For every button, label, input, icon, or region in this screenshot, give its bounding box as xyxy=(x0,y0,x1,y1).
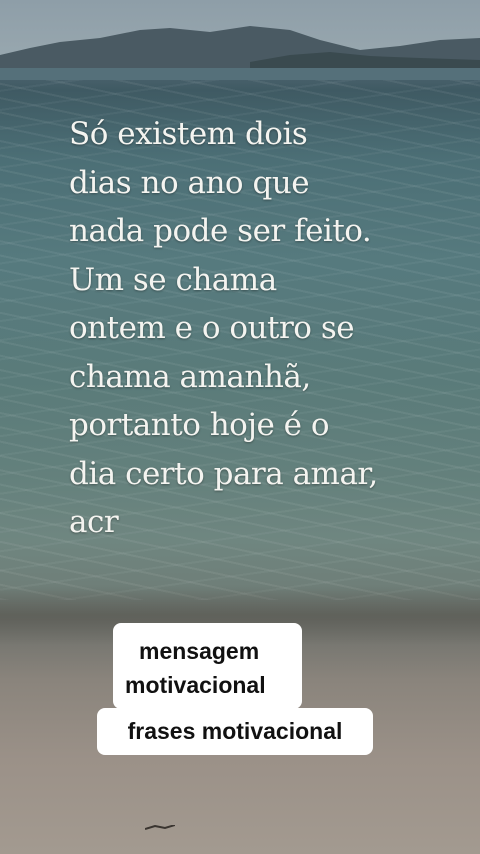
tag-line: motivacional xyxy=(125,672,266,698)
quote-line: portanto hoje é o xyxy=(69,407,330,443)
quote-line: ontem e o outro se xyxy=(69,310,355,346)
tag-line: mensagem xyxy=(139,638,260,664)
sand-debris xyxy=(145,825,175,830)
mountain-silhouette xyxy=(0,26,480,80)
quote-text: Só existem dois dias no ano que nada pod… xyxy=(69,110,469,547)
quote-line: dias no ano que xyxy=(69,164,310,201)
quote-line: dia certo para amar, xyxy=(69,455,378,492)
quote-line: acr xyxy=(69,504,119,540)
quote-line: chama amanhã, xyxy=(69,358,311,395)
tag-mensagem-motivacional: mensagem motivacional xyxy=(113,623,302,709)
quote-line: Só existem dois xyxy=(69,116,308,152)
quote-line: Um se chama xyxy=(69,261,277,298)
quote-line: nada pode ser feito. xyxy=(69,213,372,249)
tag-frases-motivacional: frases motivacional xyxy=(97,708,373,755)
